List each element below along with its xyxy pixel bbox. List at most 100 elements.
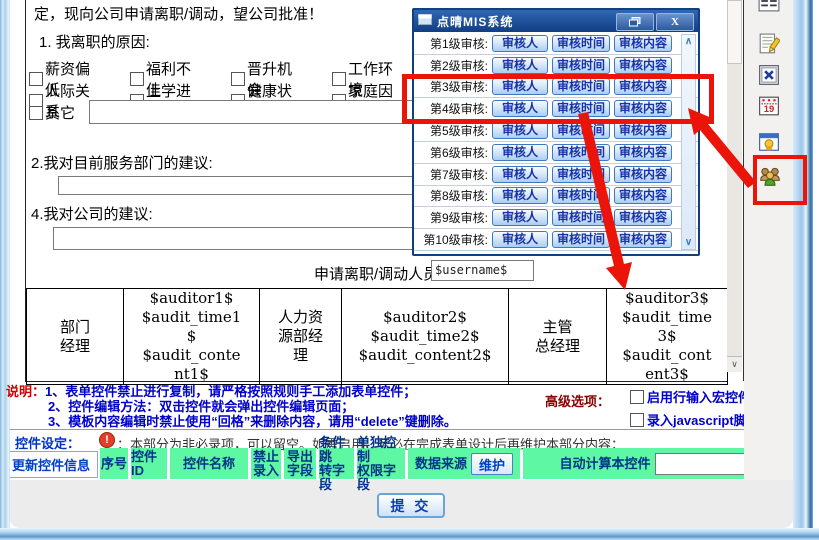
reason-row-other: 其它 [29, 102, 75, 123]
audit-time-button[interactable]: 审核时间 [552, 144, 610, 161]
level3-highlight-box [402, 74, 714, 124]
dialog-scroll-up-icon[interactable]: ∧ [682, 36, 695, 47]
audit-level-row-9: 第9级审核:审核人审核时间审核内容 [414, 207, 698, 229]
audit-user-icon-highlight-box [753, 155, 807, 205]
audit-level-label: 第10级审核: [414, 231, 488, 248]
auditor-button[interactable]: 审核人 [492, 187, 548, 204]
auditor-button[interactable]: 审核人 [492, 166, 548, 183]
javascript-checkbox[interactable] [630, 413, 644, 427]
audit-level-row-8: 第8级审核:审核人审核时间审核内容 [414, 186, 698, 208]
question1-label: 1. 我离职的原因: [39, 31, 150, 52]
audit-content-button[interactable]: 审核内容 [614, 209, 672, 226]
audit-content-button[interactable]: 审核内容 [614, 187, 672, 204]
audit-content-button[interactable]: 审核内容 [614, 35, 672, 52]
table-cell-general-manager: 主管总经理 [509, 289, 607, 385]
audit-time-button[interactable]: 审核时间 [552, 231, 610, 248]
audit-level-label: 第9级审核: [414, 209, 488, 226]
auditor-button[interactable]: 审核人 [492, 144, 548, 161]
audit-time-button[interactable]: 审核时间 [552, 57, 610, 74]
side-toolbar: 19 [744, 0, 793, 480]
audit-time-button[interactable]: 审核时间 [552, 166, 610, 183]
applicant-username-input[interactable]: $username$ [431, 260, 534, 281]
column-header-control-name: 控件名称 [170, 448, 248, 479]
column-header-condition-jump: 条件跳转字段 [319, 448, 354, 479]
dialog-scrollbar[interactable]: ∧ ∨ [681, 34, 696, 250]
datasource-cell: 数据来源 维护 [408, 448, 520, 479]
window-border-left [0, 0, 10, 528]
audit-level-label: 第8级审核: [414, 187, 488, 204]
audit-content-button[interactable]: 审核内容 [614, 57, 672, 74]
dialog-window-icon [418, 14, 432, 28]
audit-content-button[interactable]: 审核内容 [614, 231, 672, 248]
maintain-button[interactable]: 维护 [471, 453, 513, 475]
dialog-titlebar[interactable]: 点晴MIS系统 X [414, 10, 698, 32]
column-header-seq: 序号 [100, 448, 128, 479]
advanced-option-row-macro: 启用行输入宏控件 [630, 387, 751, 406]
table-cell-audit3-vars: $auditor3$$audit_time3$$audit_content3$ [607, 289, 728, 385]
intro-text: 定，现向公司申请离职/调动，望公司批准！ [34, 3, 323, 24]
other-label: 其它 [45, 102, 75, 123]
macro-checkbox[interactable] [630, 390, 644, 404]
dialog-title: 点晴MIS系统 [437, 13, 513, 30]
audit-time-button[interactable]: 审核时间 [552, 187, 610, 204]
audit-content-button[interactable]: 审核内容 [614, 122, 672, 139]
window-border-bottom [0, 528, 819, 540]
column-header-forbid-entry: 禁止录入 [251, 448, 281, 479]
column-header-control-id: 控件ID [131, 448, 167, 479]
auditor-button[interactable]: 审核人 [492, 122, 548, 139]
audit-time-button[interactable]: 审核时间 [552, 209, 610, 226]
svg-text:19: 19 [764, 104, 774, 114]
mis-dialog: 点晴MIS系统 X 第1级审核:审核人审核时间审核内容 第2级审核:审核人审核时… [412, 8, 700, 256]
table-cell-audit2-vars: $auditor2$$audit_time2$$audit_content2$ [342, 289, 509, 385]
audit-level-label: 第5级审核: [414, 122, 488, 139]
table-cell-hr-manager: 人力资源部经理 [260, 289, 342, 385]
scrollbar-down-arrow-icon[interactable]: ∨ [727, 356, 742, 372]
warning-icon: ! [99, 432, 115, 448]
audit-time-button[interactable]: 审核时间 [552, 122, 610, 139]
autocalc-label: 自动计算本控件 [559, 457, 650, 471]
window-border-right [793, 0, 813, 528]
submit-button[interactable]: 提 交 [377, 493, 445, 518]
dialog-restore-button[interactable] [616, 13, 654, 31]
form-list-icon[interactable] [758, 0, 780, 12]
column-header-permission-field: 单独控制权限字段 [357, 448, 405, 479]
note-line-1: 1、表单控件禁止进行复制，请严格按照规则手工添加表单控件； [45, 384, 416, 399]
datasource-label: 数据来源 [415, 457, 467, 471]
question4-label: 4.我对公司的建议: [31, 203, 153, 224]
audit-time-button[interactable]: 审核时间 [552, 35, 610, 52]
stamp-icon[interactable] [758, 131, 780, 153]
audit-level-label: 第6级审核: [414, 144, 488, 161]
audit-level-label: 第7级审核: [414, 166, 488, 183]
audit-level-row-1: 第1级审核:审核人审核时间审核内容 [414, 33, 698, 55]
scrollbar-thumb[interactable] [727, 0, 742, 64]
advanced-options-label: 高级选项： [545, 391, 610, 410]
auditor-button[interactable]: 审核人 [492, 57, 548, 74]
dialog-scroll-down-icon[interactable]: ∨ [682, 237, 695, 248]
dialog-close-button[interactable]: X [656, 13, 694, 31]
notes-title: 说明： [6, 384, 45, 399]
advanced-option-row-js: 录入javascript脚本 [630, 410, 760, 429]
note-line-3: 3、模板内容编辑时禁止使用“回格”来删除内容，请用“delete”键删除。 [6, 414, 457, 429]
calendar-icon[interactable]: 19 [758, 95, 780, 117]
delete-control-icon[interactable] [758, 64, 780, 86]
audit-level-row-7: 第7级审核:审核人审核时间审核内容 [414, 164, 698, 186]
edit-document-icon[interactable] [758, 33, 780, 55]
js-option-label: 录入javascript脚本 [647, 410, 760, 429]
audit-signature-table: 部门经理 $auditor1$$audit_time1$$audit_conte… [26, 288, 728, 385]
auditor-button[interactable]: 审核人 [492, 35, 548, 52]
audit-level-row-10: 第10级审核:审核人审核时间审核内容 [414, 229, 698, 251]
audit-level-row-6: 第6级审核:审核人审核时间审核内容 [414, 142, 698, 164]
section-divider [10, 429, 793, 430]
auditor-button[interactable]: 审核人 [492, 209, 548, 226]
dialog-body: 第1级审核:审核人审核时间审核内容 第2级审核:审核人审核时间审核内容 第3级审… [414, 32, 698, 252]
audit-level-label: 第1级审核: [414, 35, 488, 52]
autocalc-select[interactable]: ▼ [655, 453, 757, 475]
auditor-button[interactable]: 审核人 [492, 231, 548, 248]
audit-content-button[interactable]: 审核内容 [614, 144, 672, 161]
update-controls-button[interactable]: 更新控件信息 [4, 451, 98, 478]
app-window: 定，现向公司申请离职/调动，望公司批准！ 1. 我离职的原因: 薪资偏低 福利不… [0, 0, 819, 540]
other-checkbox[interactable] [29, 106, 43, 120]
document-scrollbar[interactable]: ∨ [727, 0, 742, 372]
audit-content-button[interactable]: 审核内容 [614, 166, 672, 183]
macro-option-label: 启用行输入宏控件 [647, 387, 751, 406]
